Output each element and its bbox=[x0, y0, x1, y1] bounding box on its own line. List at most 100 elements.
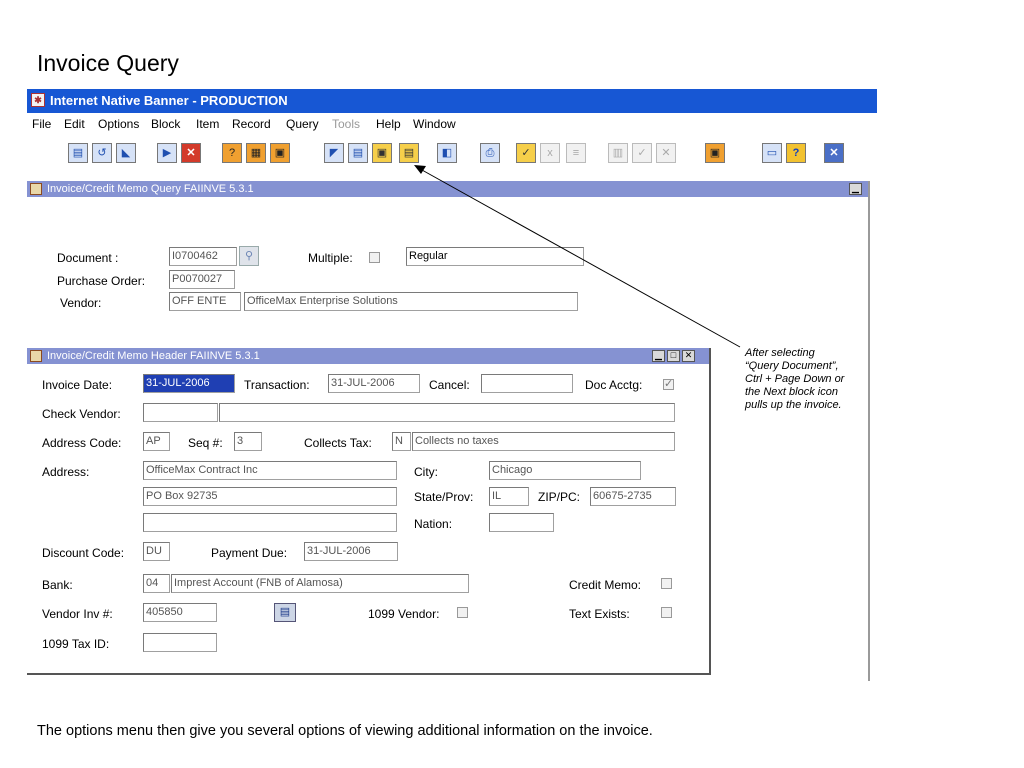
cancel-date-field[interactable] bbox=[481, 374, 573, 393]
city-field[interactable]: Chicago bbox=[489, 461, 641, 480]
menu-help[interactable]: Help bbox=[376, 117, 401, 131]
state-field[interactable]: IL bbox=[489, 487, 529, 506]
slide-caption: The options menu then give you several o… bbox=[37, 723, 653, 739]
address-line1-field[interactable]: OfficeMax Contract Inc bbox=[143, 461, 397, 480]
save-icon[interactable]: ▤ bbox=[68, 143, 88, 163]
vendor-1099-checkbox[interactable] bbox=[457, 607, 468, 618]
invoice-date-label: Invoice Date: bbox=[42, 378, 113, 392]
document-text-icon[interactable]: ▤ bbox=[274, 603, 296, 622]
insert-record-icon[interactable]: ▶ bbox=[157, 143, 177, 163]
zip-field[interactable]: 60675-2735 bbox=[590, 487, 676, 506]
credit-memo-checkbox[interactable] bbox=[661, 578, 672, 589]
clear-record-icon[interactable]: ▣ bbox=[270, 143, 290, 163]
search-icon[interactable]: ⚲ bbox=[239, 246, 259, 266]
lock-record-icon[interactable]: ? bbox=[222, 143, 242, 163]
cancel-label: Cancel: bbox=[429, 378, 470, 392]
form-icon bbox=[30, 350, 42, 362]
address-line2-field[interactable]: PO Box 92735 bbox=[143, 487, 397, 506]
invoice-date-field[interactable]: 31-JUL-2006 bbox=[143, 374, 235, 393]
payment-due-field[interactable]: 31-JUL-2006 bbox=[304, 542, 398, 561]
close-icon[interactable]: ✕ bbox=[824, 143, 844, 163]
menu-record[interactable]: Record bbox=[232, 117, 271, 131]
bank-label: Bank: bbox=[42, 578, 73, 592]
toolbar: ▤ ↺ ◣ ▶ ✕ ? ▦ ▣ ◤ ▤ ▣ ▤ ◧ ⎙ ✓ x ≡ ▥ ✓ ✕ … bbox=[27, 135, 877, 171]
next-block-icon[interactable]: ▤ bbox=[399, 143, 419, 163]
vendor-name-field: OfficeMax Enterprise Solutions bbox=[244, 292, 578, 311]
menu-window[interactable]: Window bbox=[413, 117, 456, 131]
payment-due-label: Payment Due: bbox=[211, 546, 288, 560]
workflow-icon[interactable]: ▣ bbox=[705, 143, 725, 163]
execute-query-icon[interactable]: ✓ bbox=[516, 143, 536, 163]
doc-acctg-label: Doc Acctg: bbox=[585, 378, 643, 392]
enter-query-icon[interactable]: ◧ bbox=[437, 143, 457, 163]
count-query-icon: ≡ bbox=[566, 143, 586, 163]
check-vendor-field[interactable] bbox=[143, 403, 218, 422]
maximize-icon[interactable]: □ bbox=[667, 350, 680, 362]
transaction-date-field[interactable]: 31-JUL-2006 bbox=[328, 374, 420, 393]
doc-acctg-checkbox[interactable] bbox=[663, 377, 674, 390]
document-field[interactable]: I0700462 bbox=[169, 247, 237, 266]
zip-label: ZIP/PC: bbox=[538, 490, 581, 504]
collects-tax-field[interactable]: N bbox=[392, 432, 411, 451]
vendor-inv-field[interactable]: 405850 bbox=[143, 603, 217, 622]
book-icon[interactable]: ▭ bbox=[762, 143, 782, 163]
menu-options[interactable]: Options bbox=[98, 117, 139, 131]
menu-item[interactable]: Item bbox=[196, 117, 219, 131]
seq-field[interactable]: 3 bbox=[234, 432, 262, 451]
transaction-label: Transaction: bbox=[244, 378, 310, 392]
address-label: Address: bbox=[42, 465, 90, 479]
address-line3-field[interactable] bbox=[143, 513, 397, 532]
check-vendor-name-field bbox=[219, 403, 675, 422]
document-type-field[interactable]: Regular bbox=[406, 247, 584, 266]
vendor-inv-label: Vendor Inv #: bbox=[42, 607, 113, 621]
header-window-title: Invoice/Credit Memo Header FAIINVE 5.3.1 bbox=[47, 350, 260, 362]
rollback-icon[interactable]: ↺ bbox=[92, 143, 112, 163]
vendor-1099-label: 1099 Vendor: bbox=[368, 607, 440, 621]
menu-block[interactable]: Block bbox=[151, 117, 180, 131]
nation-field[interactable] bbox=[489, 513, 554, 532]
query-window-title: Invoice/Credit Memo Query FAIINVE 5.3.1 bbox=[47, 183, 254, 195]
app-title: Internet Native Banner - PRODUCTION bbox=[50, 93, 288, 108]
options-icon: ▥ bbox=[608, 143, 628, 163]
oracle-forms-icon: ✱ bbox=[31, 93, 45, 107]
close-window-icon[interactable]: ✕ bbox=[682, 350, 695, 362]
minimize-icon[interactable]: ▁ bbox=[652, 350, 665, 362]
text-exists-checkbox[interactable] bbox=[661, 607, 672, 618]
bank-name-field: Imprest Account (FNB of Alamosa) bbox=[171, 574, 469, 593]
menu-tools: Tools bbox=[332, 117, 361, 131]
header-window-title-bar: Invoice/Credit Memo Header FAIINVE 5.3.1… bbox=[27, 348, 709, 364]
menu-query[interactable]: Query bbox=[286, 117, 319, 131]
credit-memo-label: Credit Memo: bbox=[569, 578, 642, 592]
annotation-note: After selecting “Query Document”, Ctrl +… bbox=[745, 347, 845, 411]
print-icon[interactable]: ⎙ bbox=[480, 143, 500, 163]
bank-code-field[interactable]: 04 bbox=[143, 574, 170, 593]
purchase-order-field[interactable]: P0070027 bbox=[169, 270, 235, 289]
next-record-icon[interactable]: ▣ bbox=[372, 143, 392, 163]
address-code-label: Address Code: bbox=[42, 436, 122, 450]
clear-block-icon[interactable]: ▤ bbox=[348, 143, 368, 163]
remove-record-icon[interactable]: ✕ bbox=[181, 143, 201, 163]
menu-edit[interactable]: Edit bbox=[64, 117, 85, 131]
discount-code-field[interactable]: DU bbox=[143, 542, 170, 561]
state-label: State/Prov: bbox=[414, 490, 474, 504]
collects-tax-desc-field: Collects no taxes bbox=[412, 432, 675, 451]
exit-arrow-icon[interactable]: ◣ bbox=[116, 143, 136, 163]
purchase-order-label: Purchase Order: bbox=[57, 274, 146, 288]
tax-id-field[interactable] bbox=[143, 633, 217, 652]
help-icon[interactable]: ? bbox=[786, 143, 806, 163]
query-window-title-bar: Invoice/Credit Memo Query FAIINVE 5.3.1 … bbox=[27, 181, 868, 197]
vendor-id-field[interactable]: OFF ENTE bbox=[169, 292, 241, 311]
list-values-icon[interactable]: ▦ bbox=[246, 143, 266, 163]
minimize-icon[interactable]: ▁ bbox=[849, 183, 862, 195]
previous-block-icon[interactable]: ◤ bbox=[324, 143, 344, 163]
multiple-checkbox[interactable] bbox=[369, 252, 380, 263]
multiple-label: Multiple: bbox=[308, 251, 353, 265]
city-label: City: bbox=[414, 465, 438, 479]
tax-id-label: 1099 Tax ID: bbox=[42, 637, 110, 651]
cancel-query-icon: x bbox=[540, 143, 560, 163]
menu-file[interactable]: File bbox=[32, 117, 51, 131]
delete-icon: ✕ bbox=[656, 143, 676, 163]
form-icon bbox=[30, 183, 42, 195]
discount-code-label: Discount Code: bbox=[42, 546, 125, 560]
address-code-field[interactable]: AP bbox=[143, 432, 170, 451]
